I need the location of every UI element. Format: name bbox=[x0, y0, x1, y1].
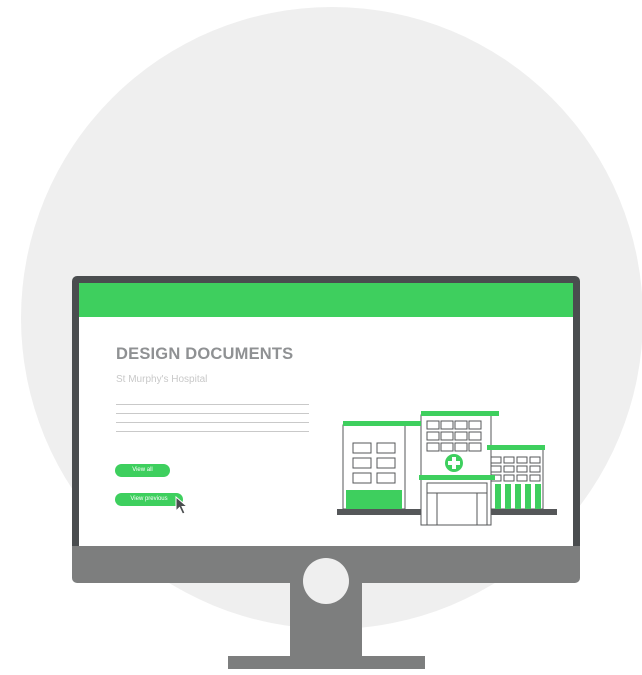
hospital-buildings-icon bbox=[337, 411, 557, 526]
text-line bbox=[116, 431, 309, 432]
view-previous-button[interactable]: View previous bbox=[115, 493, 183, 506]
monitor-stand-base bbox=[228, 656, 425, 669]
page-title: DESIGN DOCUMENTS bbox=[116, 345, 294, 363]
monitor-bezel: DESIGN DOCUMENTS St Murphy's Hospital Vi… bbox=[72, 276, 580, 553]
monitor-stand-cutout bbox=[303, 558, 349, 604]
page-subtitle: St Murphy's Hospital bbox=[116, 374, 208, 385]
view-all-button[interactable]: View all bbox=[115, 464, 170, 477]
text-line bbox=[116, 404, 309, 405]
desktop-monitor: DESIGN DOCUMENTS St Murphy's Hospital Vi… bbox=[72, 276, 580, 583]
text-line bbox=[116, 422, 309, 423]
arrow-cursor-icon bbox=[175, 496, 189, 515]
app-header-bar bbox=[79, 283, 573, 317]
monitor-screen: DESIGN DOCUMENTS St Murphy's Hospital Vi… bbox=[79, 283, 573, 546]
text-line bbox=[116, 413, 309, 414]
document-text-placeholder bbox=[116, 404, 309, 440]
